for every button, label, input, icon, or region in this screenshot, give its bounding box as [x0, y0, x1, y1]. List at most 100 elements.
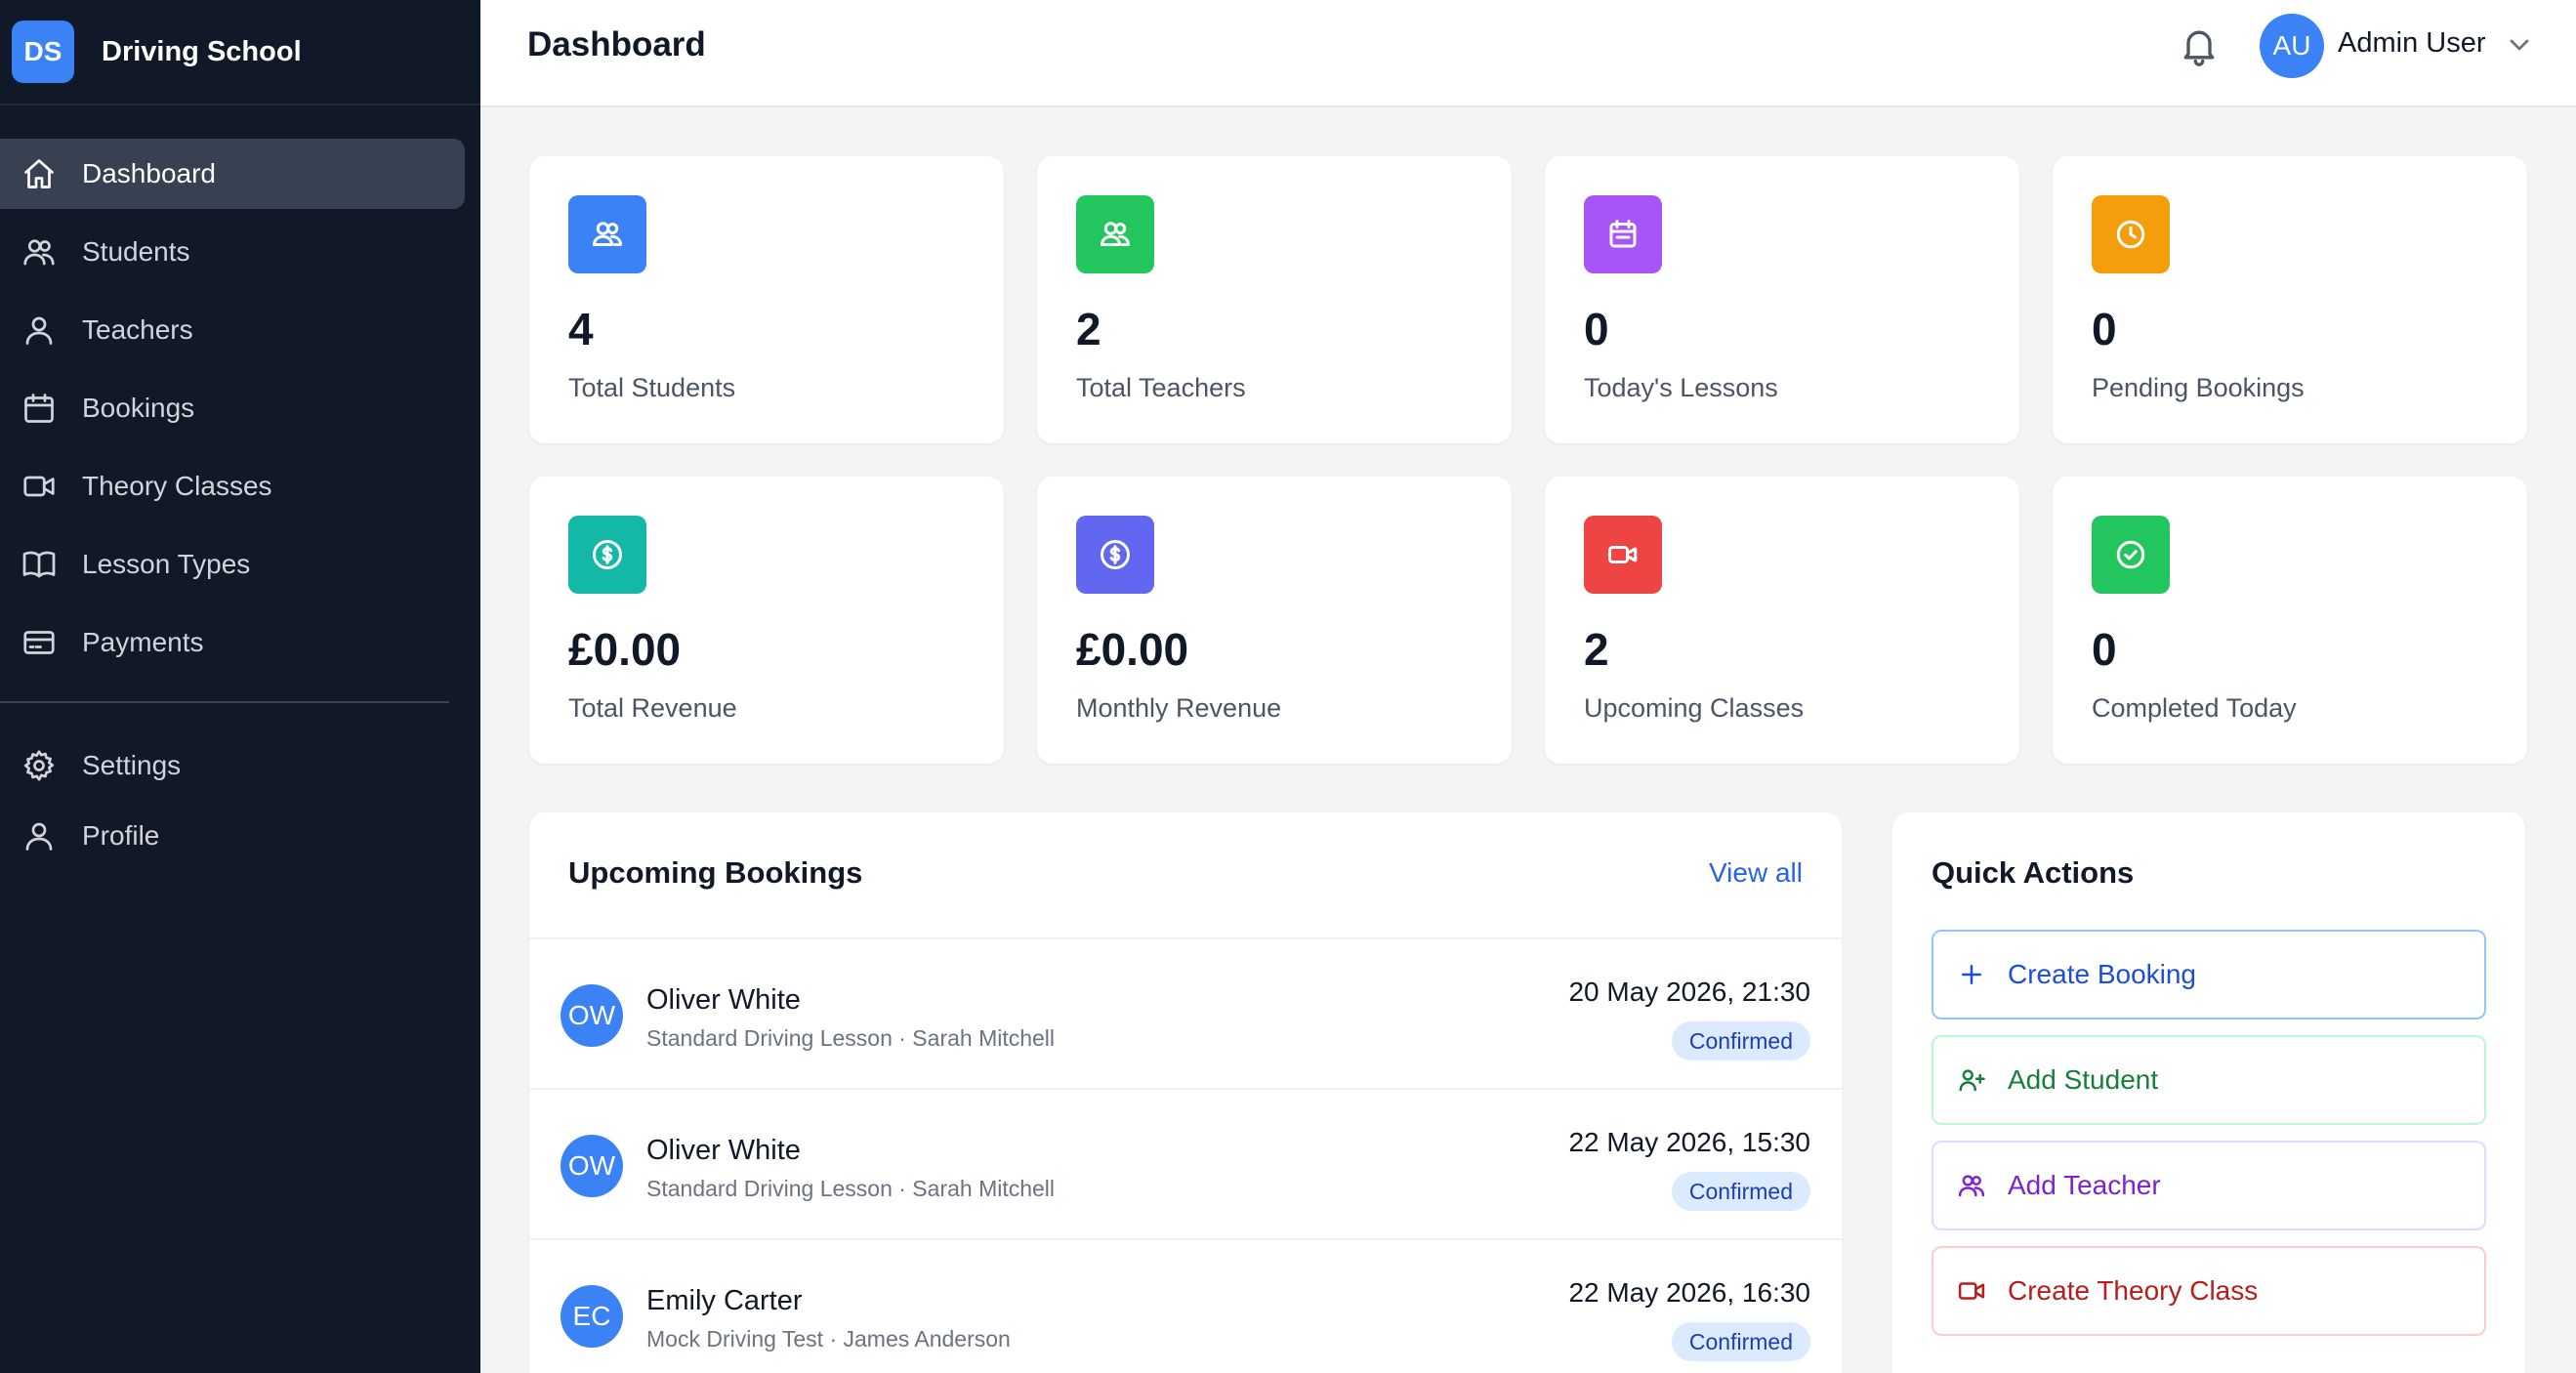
- sidebar-item-label: Settings: [82, 750, 182, 780]
- stat-label: Monthly Revenue: [1076, 693, 1282, 723]
- quick-actions-panel: Quick Actions Create Booking Add Student…: [1892, 812, 2525, 1373]
- video-icon: [1958, 1282, 1985, 1300]
- book-icon: [20, 545, 59, 584]
- sidebar-item-label: Theory Classes: [82, 471, 272, 501]
- check-circle-icon: [2092, 516, 2170, 594]
- sidebar: DS Driving School Dashboard Students Tea…: [0, 0, 480, 1373]
- video-icon: [1584, 516, 1662, 594]
- booking-detail: Mock Driving Test · James Anderson: [646, 1326, 1011, 1352]
- sidebar-item-theory-classes[interactable]: Theory Classes: [0, 451, 465, 521]
- stat-label: Total Students: [568, 373, 736, 402]
- booking-student-name: Oliver White: [646, 984, 801, 1016]
- stat-card-total-teachers: 2 Total Teachers: [1037, 156, 1512, 443]
- booking-row[interactable]: OW Oliver White Standard Driving Lesson …: [529, 939, 1842, 1090]
- sidebar-item-bookings[interactable]: Bookings: [0, 373, 465, 443]
- avatar: OW: [561, 1135, 623, 1197]
- create-booking-button[interactable]: Create Booking: [1932, 930, 2486, 1019]
- user-plus-icon: [1959, 1069, 1985, 1092]
- sidebar-nav: Dashboard Students Teachers Bookings The…: [0, 105, 480, 871]
- sidebar-item-teachers[interactable]: Teachers: [0, 295, 465, 365]
- booking-student-name: Oliver White: [646, 1135, 801, 1166]
- calendar-icon: [1584, 195, 1662, 273]
- upcoming-bookings-panel: Upcoming Bookings View all OW Oliver Whi…: [529, 812, 1842, 1373]
- stat-card-total-students: 4 Total Students: [529, 156, 1004, 443]
- sidebar-item-label: Teachers: [82, 314, 193, 345]
- avatar: EC: [561, 1285, 623, 1348]
- button-label: Add Teacher: [2008, 1170, 2161, 1200]
- stat-label: Pending Bookings: [2092, 373, 2305, 402]
- avatar: OW: [561, 984, 623, 1047]
- add-student-button[interactable]: Add Student: [1932, 1035, 2486, 1125]
- status-badge: Confirmed: [1671, 1322, 1810, 1361]
- booking-row[interactable]: EC Emily Carter Mock Driving Test · Jame…: [529, 1240, 1842, 1373]
- booking-student-name: Emily Carter: [646, 1285, 803, 1316]
- users-icon: [1958, 1175, 1985, 1197]
- sidebar-item-label: Bookings: [82, 393, 195, 423]
- booking-detail: Standard Driving Lesson · Sarah Mitchell: [646, 1176, 1056, 1201]
- calendar-icon: [20, 389, 59, 428]
- gear-icon: [20, 746, 59, 785]
- stat-card-completed-today: 0 Completed Today: [2053, 477, 2527, 764]
- stat-value: 2: [1584, 624, 1609, 675]
- clock-icon: [2092, 195, 2170, 273]
- stat-card-pending-bookings: 0 Pending Bookings: [2053, 156, 2527, 443]
- status-badge: Confirmed: [1671, 1021, 1810, 1061]
- video-icon: [20, 467, 59, 506]
- booking-detail: Standard Driving Lesson · Sarah Mitchell: [646, 1025, 1056, 1051]
- user-icon: [20, 311, 59, 350]
- sidebar-item-label: Payments: [82, 627, 204, 657]
- brand-logo: DS: [12, 21, 74, 83]
- sidebar-item-lesson-types[interactable]: Lesson Types: [0, 529, 465, 600]
- user-name[interactable]: Admin User: [2338, 27, 2486, 60]
- stat-value: 0: [2092, 624, 2117, 675]
- brand-name: Driving School: [102, 35, 302, 67]
- button-label: Create Booking: [2008, 959, 2197, 989]
- plus-icon: [1962, 965, 1981, 984]
- user-icon: [20, 816, 59, 855]
- sidebar-item-label: Profile: [82, 820, 160, 851]
- create-theory-class-button[interactable]: Create Theory Class: [1932, 1246, 2486, 1336]
- stat-label: Completed Today: [2092, 693, 2297, 723]
- stat-value: £0.00: [568, 624, 682, 675]
- stat-card-upcoming-classes: 2 Upcoming Classes: [1545, 477, 2019, 764]
- button-label: Create Theory Class: [2008, 1275, 2259, 1306]
- sidebar-item-label: Students: [82, 236, 190, 267]
- stat-card-todays-lessons: 0 Today's Lessons: [1545, 156, 2019, 443]
- status-badge: Confirmed: [1671, 1172, 1810, 1211]
- sidebar-item-students[interactable]: Students: [0, 217, 465, 287]
- stat-value: 4: [568, 304, 594, 354]
- stat-label: Today's Lessons: [1584, 373, 1778, 402]
- booking-datetime: 22 May 2026, 16:30: [1568, 1277, 1810, 1308]
- chevron-down-icon[interactable]: [2504, 29, 2535, 61]
- avatar[interactable]: AU: [2260, 14, 2324, 78]
- stat-card-monthly-revenue: £0.00 Monthly Revenue: [1037, 477, 1512, 764]
- sidebar-item-label: Lesson Types: [82, 549, 251, 579]
- sidebar-item-profile[interactable]: Profile: [0, 801, 465, 871]
- panel-title: Quick Actions: [1932, 855, 2135, 890]
- booking-row[interactable]: OW Oliver White Standard Driving Lesson …: [529, 1090, 1842, 1240]
- users-icon: [20, 232, 59, 271]
- users-icon: [568, 195, 646, 273]
- credit-card-icon: [20, 623, 59, 662]
- view-all-link[interactable]: View all: [1709, 857, 1803, 889]
- panel-title: Upcoming Bookings: [568, 855, 863, 890]
- users-icon: [1076, 195, 1154, 273]
- sidebar-item-dashboard[interactable]: Dashboard: [0, 139, 465, 209]
- button-label: Add Student: [2008, 1064, 2159, 1095]
- brand[interactable]: DS Driving School: [0, 0, 480, 105]
- stat-label: Upcoming Classes: [1584, 693, 1805, 723]
- booking-datetime: 20 May 2026, 21:30: [1568, 977, 1810, 1007]
- stat-label: Total Revenue: [568, 693, 737, 723]
- booking-datetime: 22 May 2026, 15:30: [1568, 1127, 1810, 1157]
- stat-value: 0: [1584, 304, 1609, 354]
- stat-value: 0: [2092, 304, 2117, 354]
- sidebar-item-payments[interactable]: Payments: [0, 607, 465, 678]
- dollar-icon: [1076, 516, 1154, 594]
- page-title: Dashboard: [527, 25, 706, 63]
- sidebar-item-settings[interactable]: Settings: [0, 730, 465, 801]
- bell-icon[interactable]: [2178, 23, 2221, 66]
- sidebar-divider: [0, 701, 449, 703]
- home-icon: [20, 154, 59, 193]
- add-teacher-button[interactable]: Add Teacher: [1932, 1141, 2486, 1230]
- sidebar-item-label: Dashboard: [82, 158, 216, 188]
